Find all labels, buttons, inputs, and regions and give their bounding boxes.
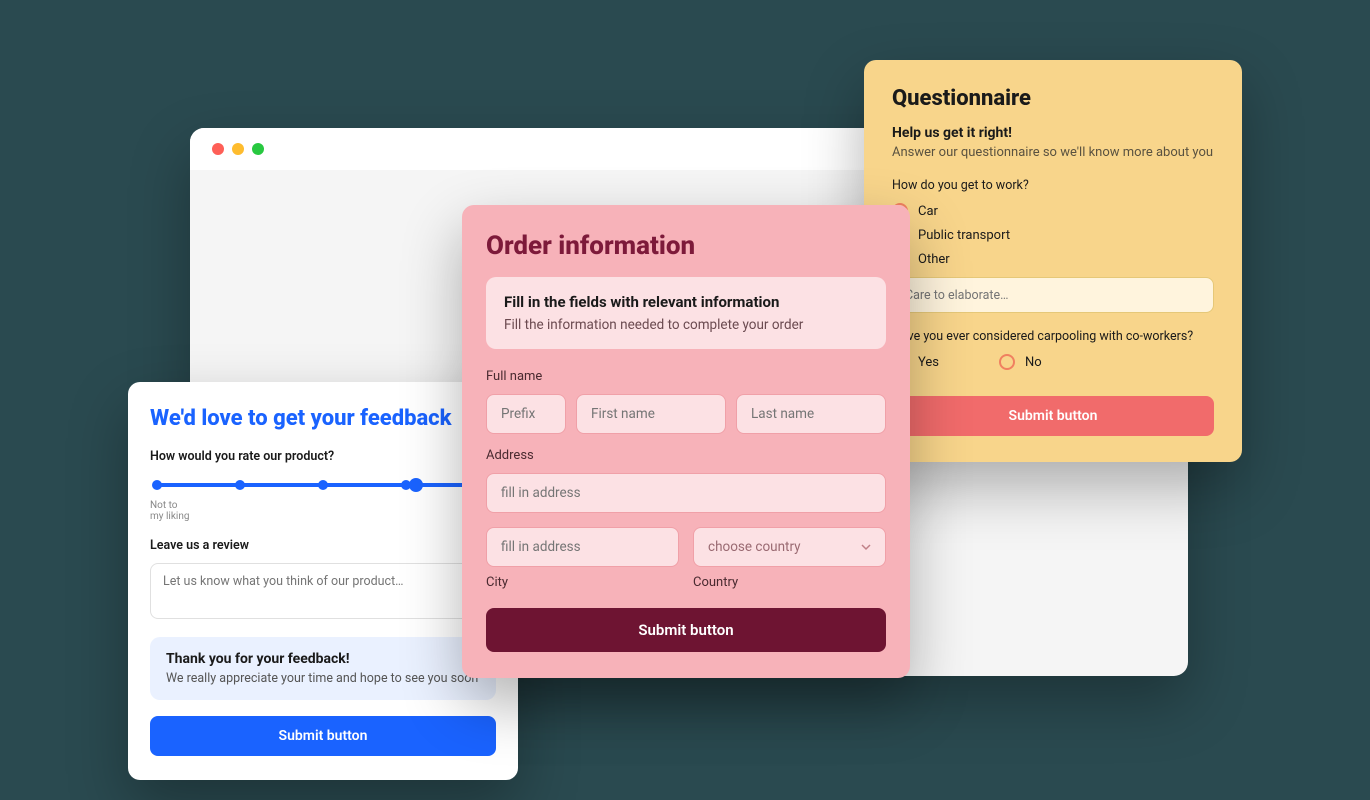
order-info-box: Fill in the fields with relevant informa… [486, 277, 886, 349]
slider-thumb[interactable] [409, 478, 423, 492]
radio-option-other[interactable]: Other [892, 251, 1214, 267]
radio-label: Public transport [918, 228, 1010, 243]
questionnaire-desc: Answer our questionnaire so we'll know m… [892, 145, 1214, 160]
slider-label-low: Not to my liking [150, 500, 189, 522]
city-input[interactable] [486, 527, 679, 567]
thank-you-desc: We really appreciate your time and hope … [166, 671, 480, 686]
city-country-labels: City Country [486, 575, 886, 590]
address-row-1 [486, 473, 886, 513]
window-maximize-dot[interactable] [252, 143, 264, 155]
q2-options: Yes No [892, 354, 1214, 378]
order-box-desc: Fill the information needed to complete … [504, 317, 868, 333]
questionnaire-submit-button[interactable]: Submit button [892, 396, 1214, 436]
radio-label: No [1025, 355, 1042, 370]
country-placeholder: choose country [708, 539, 801, 555]
order-title: Order information [486, 231, 886, 261]
chevron-down-icon [861, 542, 871, 552]
slider-labels: Not to my liking [150, 500, 496, 522]
q1-options: Car Public transport Other [892, 203, 1214, 267]
radio-icon [999, 354, 1015, 370]
last-name-input[interactable] [736, 394, 886, 434]
radio-label: Yes [918, 355, 939, 370]
city-label: City [486, 575, 679, 590]
radio-label: Other [918, 252, 950, 267]
thank-you-box: Thank you for your feedback! We really a… [150, 637, 496, 700]
window-minimize-dot[interactable] [232, 143, 244, 155]
review-label: Leave us a review [150, 538, 496, 553]
feedback-title: We'd love to get your feedback [150, 406, 496, 431]
order-card: Order information Fill in the fields wit… [462, 205, 910, 678]
questionnaire-card: Questionnaire Help us get it right! Answ… [864, 60, 1242, 462]
slider-tick [235, 480, 245, 490]
radio-option-public-transport[interactable]: Public transport [892, 227, 1214, 243]
radio-option-car[interactable]: Car [892, 203, 1214, 219]
order-box-title: Fill in the fields with relevant informa… [504, 293, 868, 311]
question-2: Have you ever considered carpooling with… [892, 329, 1214, 344]
elaborate-input[interactable] [892, 277, 1214, 313]
feedback-submit-button[interactable]: Submit button [150, 716, 496, 756]
window-close-dot[interactable] [212, 143, 224, 155]
first-name-input[interactable] [576, 394, 726, 434]
address-label: Address [486, 448, 886, 463]
prefix-input[interactable] [486, 394, 566, 434]
slider-tick [152, 480, 162, 490]
address-row-2: choose country [486, 527, 886, 567]
full-name-label: Full name [486, 369, 886, 384]
radio-label: Car [918, 204, 938, 219]
questionnaire-title: Questionnaire [892, 86, 1214, 111]
rating-question: How would you rate our product? [150, 449, 496, 464]
country-select[interactable]: choose country [693, 527, 886, 567]
questionnaire-subtitle: Help us get it right! [892, 125, 1214, 141]
country-label: Country [693, 575, 886, 590]
address-input-1[interactable] [486, 473, 886, 513]
radio-option-no[interactable]: No [999, 354, 1042, 370]
order-submit-button[interactable]: Submit button [486, 608, 886, 652]
rating-slider[interactable] [150, 478, 496, 492]
review-textarea[interactable] [150, 563, 496, 619]
thank-you-title: Thank you for your feedback! [166, 651, 480, 667]
name-row [486, 394, 886, 434]
feedback-card: We'd love to get your feedback How would… [128, 382, 518, 780]
slider-tick [318, 480, 328, 490]
question-1: How do you get to work? [892, 178, 1214, 193]
